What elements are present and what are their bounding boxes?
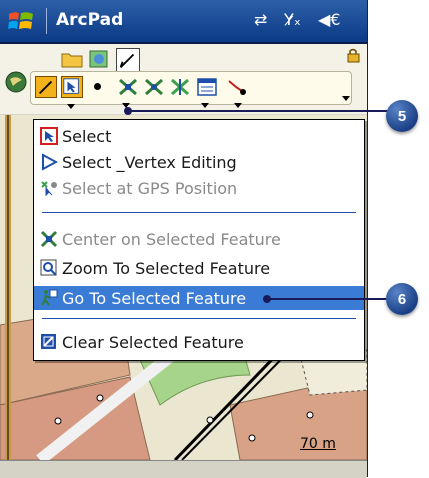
menu-item-select-vertex-editing[interactable]: Select _Vertex Editing: [34, 150, 364, 174]
menu-item-label: Center on Selected Feature: [62, 229, 281, 249]
polyline-tool-icon[interactable]: [226, 77, 248, 97]
center-feature-icon: [40, 230, 58, 248]
move-tool-icon[interactable]: [169, 77, 191, 97]
vertex-triangle-icon: [40, 153, 59, 171]
menu-item-label: Select _Vertex Editing: [62, 152, 237, 172]
title-divider: [46, 8, 47, 34]
connectivity-icon[interactable]: ⇄: [254, 10, 267, 29]
point-tool-icon[interactable]: [94, 83, 101, 90]
edit-pencil-tab[interactable]: [116, 48, 140, 72]
gps-select-icon: [40, 179, 58, 197]
select-arrow-icon: [40, 127, 58, 145]
vertex-tool-icon[interactable]: [117, 77, 139, 97]
pencil-icon: [119, 53, 135, 68]
toolbar-more-arrow[interactable]: [342, 96, 350, 101]
menu-item-select-at-gps[interactable]: Select at GPS Position: [34, 176, 364, 200]
menu-item-select[interactable]: Select: [34, 124, 364, 148]
callout-6-line: [269, 298, 386, 300]
select-dropdown-arrow[interactable]: [67, 104, 75, 109]
menu-item-label: Go To Selected Feature: [62, 288, 247, 308]
windows-start-icon[interactable]: [6, 6, 36, 36]
menu-item-label: Select: [62, 126, 112, 146]
app-title: ArcPad: [56, 10, 124, 30]
bottom-bar: [0, 460, 367, 478]
menu-item-clear-selected[interactable]: Clear Selected Feature: [34, 330, 364, 354]
folder-icon[interactable]: [61, 50, 83, 68]
menu-separator: [42, 318, 356, 319]
select-arrow-icon: [63, 78, 79, 94]
signal-icon[interactable]: Y̷ₓ: [284, 10, 301, 29]
device-screen: ArcPad ⇄ Y̷ₓ ◀€ 70 m Select Select _Vert…: [0, 0, 368, 478]
select-dropdown-menu: Select Select _Vertex Editing Select at …: [33, 119, 365, 361]
attributes-form-icon[interactable]: [196, 77, 218, 97]
select-tool[interactable]: [61, 76, 83, 98]
callout-6-badge: 6: [386, 283, 418, 315]
arcpad-globe-icon[interactable]: [4, 70, 28, 94]
zoom-feature-icon: [40, 259, 58, 277]
lock-icon[interactable]: [346, 48, 362, 64]
callout-5-line: [130, 110, 388, 112]
callout-5-badge: 5: [386, 100, 418, 132]
menu-item-label: Clear Selected Feature: [62, 332, 244, 352]
pencil-draw-icon: [38, 80, 53, 95]
edit-toolbar: [30, 71, 352, 109]
menu-item-center-on-selected[interactable]: Center on Selected Feature: [34, 227, 364, 251]
clear-selection-icon: [40, 333, 58, 351]
menu-item-label: Zoom To Selected Feature: [62, 258, 271, 278]
split-tool-icon[interactable]: [143, 77, 165, 97]
menu-item-zoom-to-selected[interactable]: Zoom To Selected Feature: [34, 256, 364, 280]
map-scale-label: 70 m: [300, 436, 336, 452]
volume-icon[interactable]: ◀€: [318, 10, 340, 29]
toolbar-area: [0, 44, 367, 114]
draw-pencil-tool[interactable]: [35, 76, 57, 98]
polyline-dropdown-arrow[interactable]: [234, 103, 242, 108]
go-to-walker-icon: [40, 289, 58, 307]
menu-separator: [42, 212, 356, 213]
menu-item-label: Select at GPS Position: [62, 178, 238, 198]
map-layers-icon[interactable]: [88, 48, 110, 70]
title-bar: ArcPad ⇄ Y̷ₓ ◀€: [0, 0, 367, 44]
attributes-dropdown-arrow[interactable]: [201, 103, 209, 108]
